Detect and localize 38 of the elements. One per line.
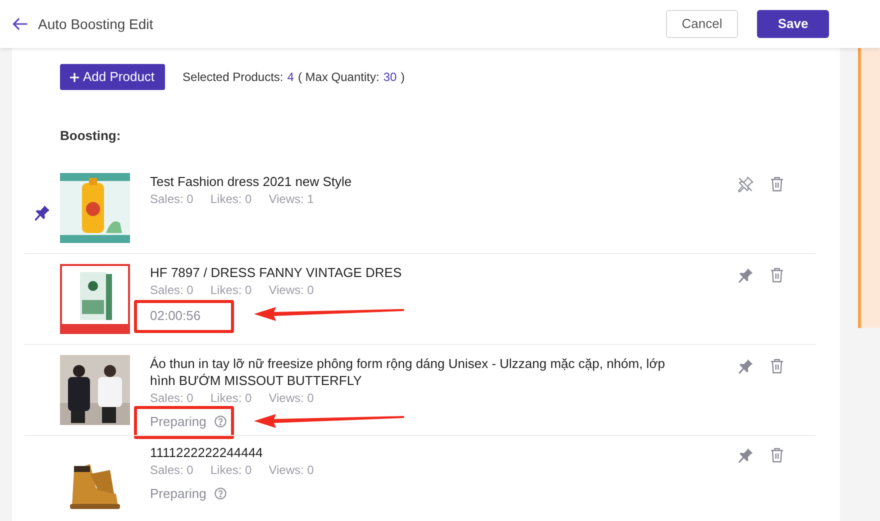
product-name: Áo thun in tay lỡ nữ freesize phông form rộng dáng Unisex - Ulzzang mặc cặp, nhóm, lớp hình BƯỚM MISSOUT BUTTERFLY (150, 354, 666, 388)
summary-label: Selected Products: (182, 69, 284, 86)
views-count: Views: 0 (268, 282, 314, 298)
section-title: Boosting: (60, 127, 122, 145)
product-name: Test Fashion dress 2021 new Style (150, 172, 353, 190)
max-close: ) (400, 69, 405, 86)
help-icon[interactable] (214, 414, 228, 428)
sales-count: Sales: 0 (150, 190, 194, 206)
likes-count: Likes: 0 (210, 190, 252, 206)
max-count: 30 (383, 69, 397, 86)
views-count: Views: 0 (268, 462, 314, 478)
pin-icon[interactable] (32, 202, 52, 222)
product-name: HF 7897 / DRESS FANNY VINTAGE DRES (150, 264, 403, 280)
trash-icon[interactable] (768, 357, 786, 375)
sales-count: Sales: 0 (150, 390, 194, 406)
max-label: ( Max Quantity: (298, 69, 380, 86)
help-icon[interactable] (214, 486, 228, 500)
countdown-timer: 02:00:56 (150, 308, 201, 322)
likes-count: Likes: 0 (210, 390, 252, 406)
unpin-icon[interactable] (736, 174, 755, 194)
page-title: Auto Boosting Edit (38, 14, 154, 34)
cancel-button[interactable]: Cancel (666, 10, 738, 38)
sales-count: Sales: 0 (150, 282, 194, 298)
likes-count: Likes: 0 (210, 282, 252, 298)
plus-icon (70, 72, 79, 82)
views-count: Views: 1 (268, 190, 314, 206)
product-name: 1111222222244444 (150, 444, 264, 460)
views-count: Views: 0 (268, 390, 314, 406)
status-label: Preparing (150, 484, 206, 503)
sales-count: Sales: 0 (150, 462, 194, 478)
add-product-button[interactable]: Add Product (60, 64, 165, 90)
trash-icon[interactable] (768, 266, 786, 284)
selected-count: 4 (287, 69, 294, 86)
trash-icon[interactable] (768, 446, 786, 464)
likes-count: Likes: 0 (210, 462, 252, 478)
save-button[interactable]: Save (757, 10, 829, 38)
trash-icon[interactable] (768, 175, 786, 193)
status-label: Preparing (150, 412, 206, 431)
